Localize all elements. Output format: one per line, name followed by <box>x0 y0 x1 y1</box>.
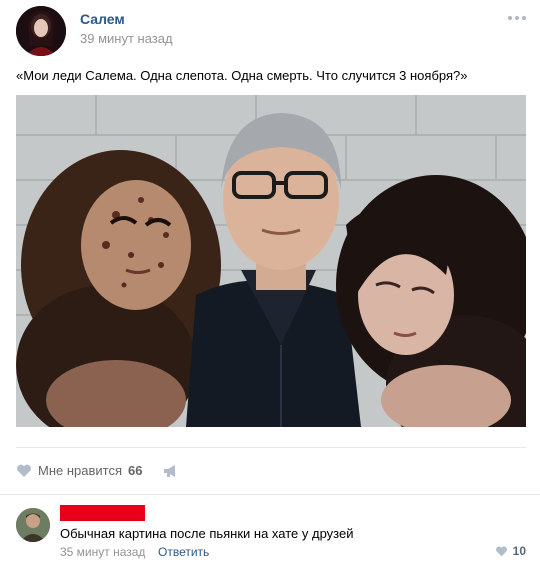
commenter-name-redacted <box>60 505 145 521</box>
comment-text: Обычная картина после пьянки на хате у д… <box>60 526 354 541</box>
comments-divider <box>0 494 540 495</box>
post-text: «Мои леди Салема. Одна слепота. Одна сме… <box>16 68 468 83</box>
heart-icon <box>495 546 507 556</box>
comment-time[interactable]: 35 минут назад <box>60 545 145 559</box>
like-label: Мне нравится <box>38 463 123 478</box>
commenter-avatar[interactable] <box>16 508 50 542</box>
reply-link[interactable]: Ответить <box>158 545 209 559</box>
comment-like-count: 10 <box>512 544 526 558</box>
heart-icon <box>17 464 31 477</box>
author-avatar[interactable] <box>16 6 66 56</box>
post-photo[interactable] <box>16 95 526 427</box>
more-options-icon[interactable] <box>508 16 526 20</box>
megaphone-icon <box>164 465 175 477</box>
comment-like-button[interactable]: 10 <box>495 544 526 558</box>
like-count: 66 <box>128 463 143 478</box>
share-button[interactable] <box>163 464 179 483</box>
post-author[interactable]: Салем <box>80 11 125 27</box>
post-card: Салем 39 минут назад «Мои леди Салема. О… <box>0 0 540 570</box>
like-button[interactable]: Мне нравится 66 <box>16 463 142 478</box>
post-time[interactable]: 39 минут назад <box>80 31 173 46</box>
actions-divider <box>16 447 526 448</box>
